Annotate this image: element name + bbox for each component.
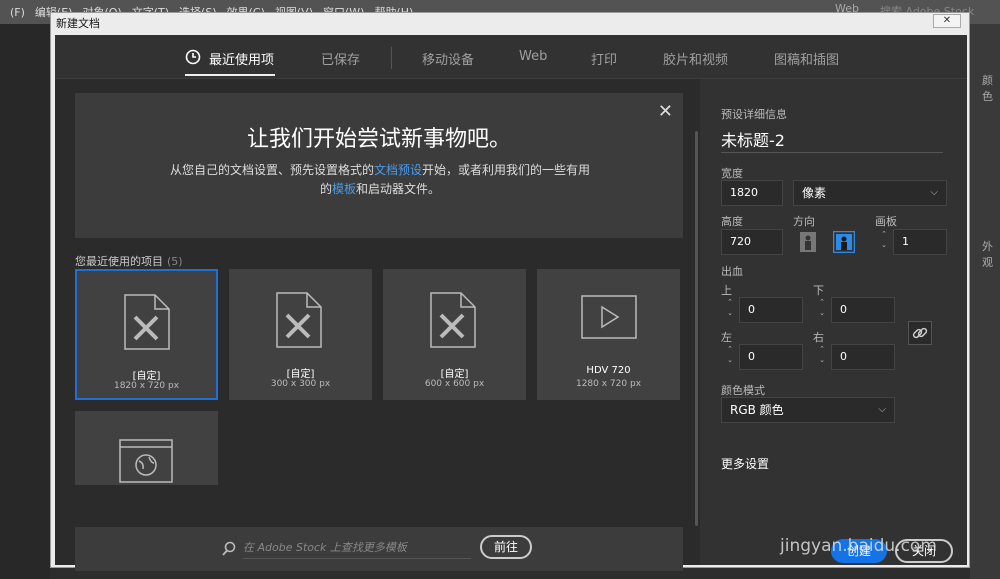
banner-close-icon[interactable]: ✕ <box>658 101 673 122</box>
bleed-right-label: 右 <box>813 331 824 344</box>
app-canvas <box>0 24 50 579</box>
recent-item-size: 1280 x 720 px <box>575 379 642 389</box>
go-button[interactable]: 前往 <box>480 535 532 559</box>
tab-web[interactable]: Web <box>519 49 547 64</box>
bleed-bottom-label: 下 <box>813 284 824 297</box>
recent-area: 让我们开始尝试新事物吧。 从您自己的文档设置、预先设置格式的文档预设开始，或者利… <box>55 79 700 571</box>
recent-items-heading: 您最近使用的项目 (5) <box>75 253 183 269</box>
color-mode-dropdown[interactable]: RGB 颜色 ⌵ <box>721 397 895 423</box>
bleed-left-stepper[interactable]: ⌃ ⌄ <box>723 344 737 370</box>
preset-details-panel: 预设详细信息 未标题-2 宽度 1820 像素 ⌵ 高度 720 方向 画板 ⌃… <box>703 79 967 565</box>
bleed-left-field[interactable]: 0 <box>739 344 803 370</box>
tab-film-video[interactable]: 胶片和视频 <box>663 49 728 68</box>
landscape-icon[interactable] <box>833 231 855 253</box>
watermark: jingyan.baidu.com <box>780 536 937 556</box>
dialog-body: 最近使用项 已保存 移动设备 Web 打印 胶片和视频 图稿和插图 让我们开始尝… <box>55 35 967 571</box>
recent-title-text: 您最近使用的项目 <box>75 255 163 268</box>
recent-item-1[interactable]: [自定] 1820 x 720 px <box>75 269 218 400</box>
link-bleed-button[interactable] <box>908 321 932 345</box>
recent-scrollbar[interactable] <box>695 131 698 526</box>
more-settings-link[interactable]: 更多设置 <box>721 455 769 472</box>
recent-count: (5) <box>167 255 183 268</box>
tab-saved[interactable]: 已保存 <box>321 49 360 68</box>
search-icon <box>222 541 236 556</box>
menu-file[interactable]: (F) <box>10 6 25 19</box>
bleed-left-label: 左 <box>721 331 732 344</box>
tab-mobile[interactable]: 移动设备 <box>422 49 474 68</box>
bleed-right-field[interactable]: 0 <box>831 344 895 370</box>
document-brush-icon <box>124 294 170 350</box>
width-label: 宽度 <box>721 167 743 180</box>
bleed-label: 出血 <box>721 265 743 278</box>
dialog-title: 新建文档 <box>56 17 100 30</box>
artboards-field[interactable]: 1 <box>893 229 947 255</box>
tab-recent[interactable]: 最近使用项 <box>209 49 274 68</box>
bleed-top-field[interactable]: 0 <box>739 297 803 323</box>
recent-item-4[interactable]: HDV 720 1280 x 720 px <box>537 269 680 400</box>
welcome-description: 从您自己的文档设置、预先设置格式的文档预设开始，或者利用我们的一些有用的模板和启… <box>165 161 595 199</box>
recent-item-3[interactable]: [自定] 600 x 600 px <box>383 269 526 400</box>
new-document-dialog: 新建文档 ✕ 最近使用项 已保存 移动设备 Web 打印 胶片和视频 图稿和插图… <box>50 12 970 571</box>
recent-item-size: 1820 x 720 px <box>113 381 180 391</box>
desc-text-1: 从您自己的文档设置、预先设置格式的 <box>169 163 374 177</box>
panel-color-label[interactable]: 颜色 <box>982 72 1000 104</box>
stock-search-input[interactable] <box>243 537 471 559</box>
document-brush-icon <box>430 292 476 348</box>
category-tabs: 最近使用项 已保存 移动设备 Web 打印 胶片和视频 图稿和插图 <box>55 35 967 79</box>
recent-item-name: [自定] <box>132 371 161 382</box>
recent-item-size: 600 x 600 px <box>424 379 485 389</box>
welcome-title: 让我们开始尝试新事物吧。 <box>246 127 511 152</box>
bleed-bottom-stepper[interactable]: ⌃ ⌄ <box>815 297 829 323</box>
recent-item-name: [自定] <box>440 369 469 380</box>
color-mode-label: 颜色模式 <box>721 384 765 397</box>
bleed-right-stepper[interactable]: ⌃ ⌄ <box>815 344 829 370</box>
artboards-label: 画板 <box>875 215 897 228</box>
bleed-top-label: 上 <box>721 284 732 297</box>
bleed-top-stepper[interactable]: ⌃ ⌄ <box>723 297 737 323</box>
orientation-label: 方向 <box>793 215 815 228</box>
document-name-field[interactable]: 未标题-2 <box>721 125 943 153</box>
link-icon <box>912 327 928 339</box>
web-globe-icon <box>119 439 173 483</box>
height-label: 高度 <box>721 215 743 228</box>
welcome-banner: 让我们开始尝试新事物吧。 从您自己的文档设置、预先设置格式的文档预设开始，或者利… <box>75 93 683 238</box>
clock-icon <box>185 49 201 65</box>
dialog-close-button[interactable]: ✕ <box>933 14 961 28</box>
tab-separator <box>391 47 392 69</box>
templates-link[interactable]: 模板 <box>332 182 356 196</box>
recent-item-name: [自定] <box>286 369 315 380</box>
artboards-stepper[interactable]: ⌃ ⌄ <box>877 229 891 255</box>
recent-item-size: 300 x 300 px <box>270 379 331 389</box>
desc-text-3: 和启动器文件。 <box>356 182 441 196</box>
document-presets-link[interactable]: 文档预设 <box>374 163 422 177</box>
bleed-bottom-field[interactable]: 0 <box>831 297 895 323</box>
video-play-icon <box>581 295 637 339</box>
panel-appearance-label[interactable]: 外观 <box>982 238 1000 270</box>
document-brush-icon <box>276 292 322 348</box>
recent-item-name: HDV 720 <box>586 365 631 376</box>
chevron-down-icon: ⌵ <box>878 404 886 415</box>
recent-item-5[interactable] <box>75 411 218 485</box>
recent-item-2[interactable]: [自定] 300 x 300 px <box>229 269 372 400</box>
unit-dropdown[interactable]: 像素 ⌵ <box>793 180 947 206</box>
preset-details-label: 预设详细信息 <box>721 108 787 121</box>
chevron-down-icon: ⌵ <box>930 187 938 198</box>
portrait-icon[interactable] <box>797 231 819 253</box>
tab-art-illustration[interactable]: 图稿和插图 <box>774 49 839 68</box>
app-right-panel: 颜色 外观 <box>970 24 1000 579</box>
stock-search-bar: 前往 <box>75 527 683 571</box>
height-field[interactable]: 720 <box>721 229 783 255</box>
color-mode-value: RGB 颜色 <box>730 403 784 417</box>
tab-print[interactable]: 打印 <box>591 49 617 68</box>
width-field[interactable]: 1820 <box>721 180 783 206</box>
unit-value: 像素 <box>802 186 827 200</box>
active-tab-indicator <box>185 74 275 76</box>
